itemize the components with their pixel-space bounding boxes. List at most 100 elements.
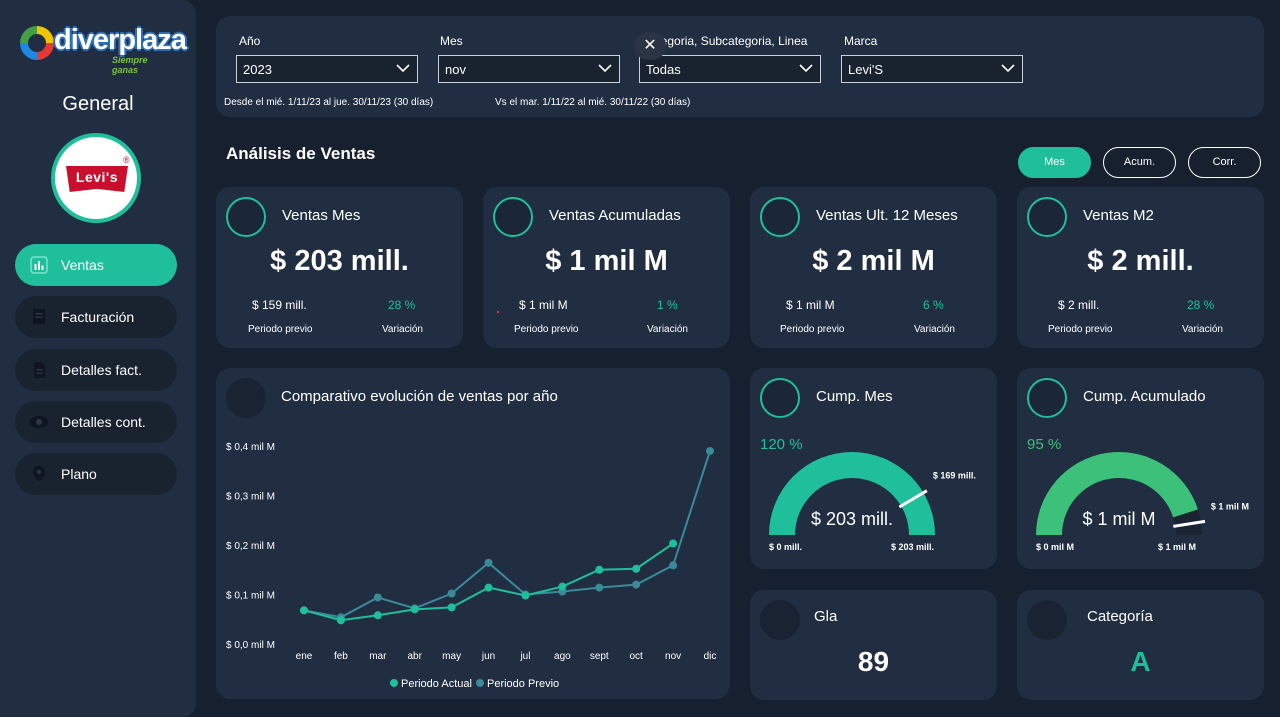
- y-tick-label: $ 0,4 mil M: [226, 442, 275, 453]
- gauge-value-label: $ 1 mil M: [1082, 509, 1155, 529]
- category-dropdown-value: Todas: [646, 62, 681, 77]
- y-tick-label: $ 0,1 mil M: [226, 591, 275, 602]
- kpi-title: Ventas M2: [1083, 207, 1154, 224]
- data-point: [521, 591, 530, 600]
- brand-registered-mark: ®: [123, 155, 130, 165]
- sidebar-item-detalles-fact[interactable]: Detalles fact.: [15, 349, 177, 391]
- x-tick-label: ene: [296, 651, 313, 662]
- kpi-card-ventas-mes: Ventas Mes $ 203 mill. $ 159 mill. 28 % …: [216, 187, 463, 348]
- sidebar-item-plano[interactable]: Plano: [15, 453, 177, 495]
- kpi-previous-value: $ 2 mill.: [1058, 298, 1100, 312]
- x-tick-label: dic: [704, 651, 717, 662]
- categoria-value: A: [1130, 646, 1151, 677]
- kpi-card-ventas-acumuladas: Ventas Acumuladas $ 1 mil M $ 1 mil M 1 …: [483, 187, 730, 348]
- legend-marker: [390, 679, 398, 687]
- kpi-ring-icon: [1027, 197, 1067, 237]
- x-tick-label: sept: [590, 651, 609, 662]
- clear-filter-button[interactable]: ✕: [634, 32, 666, 60]
- gauge-max-label: $ 1 mil M: [1158, 542, 1196, 552]
- year-dropdown-value: 2023: [243, 62, 272, 77]
- kpi-value: $ 1 mil M: [545, 245, 668, 277]
- filter-panel: Año 2023 Mes nov Categoria, Subcategoria…: [216, 16, 1264, 117]
- gla-card: Gla 89: [750, 590, 997, 700]
- receipt-icon: [29, 307, 49, 327]
- gauge-target-label: $ 169 mill.: [933, 471, 976, 481]
- brand-dropdown-value: Levi'S: [848, 62, 884, 77]
- brand-dropdown[interactable]: Levi'S: [841, 55, 1023, 83]
- y-tick-label: $ 0,2 mil M: [226, 541, 275, 552]
- gauge-chart: $ 203 mill. $ 0 mill. $ 203 mill. $ 169 mil…: [769, 451, 976, 552]
- sidebar-item-label: Plano: [61, 466, 97, 482]
- data-point: [447, 589, 456, 598]
- data-point: [595, 583, 604, 592]
- map-pin-icon: [29, 464, 49, 484]
- x-tick-label: ago: [554, 651, 571, 662]
- data-point: [484, 583, 493, 592]
- logo-tagline: Siempre ganas: [112, 55, 148, 75]
- sidebar-item-facturacion[interactable]: Facturación: [15, 296, 177, 338]
- categoria-ring-icon: [1027, 600, 1067, 640]
- kpi-variation: 1 %: [657, 298, 678, 312]
- kpi-previous-label: Periodo previo: [514, 324, 579, 335]
- kpi-card-ventas-12-meses: Ventas Ult. 12 Meses $ 2 mil M $ 1 mil M…: [750, 187, 997, 348]
- category-dropdown[interactable]: Todas: [639, 55, 821, 83]
- sidebar-item-ventas[interactable]: Ventas: [15, 244, 177, 286]
- legend-marker: [476, 679, 484, 687]
- x-tick-label: mar: [369, 651, 387, 662]
- chevron-down-icon: [396, 64, 410, 73]
- kpi-previous-value: $ 1 mil M: [519, 298, 568, 312]
- sidebar-item-label: Facturación: [61, 309, 135, 325]
- kpi-card-ventas-m2: Ventas M2 $ 2 mill. $ 2 mill. 28 % Perio…: [1017, 187, 1264, 348]
- sidebar: diverplaza Siempre ganas General Levi's …: [0, 0, 196, 717]
- brand-filter-label: Marca: [844, 34, 878, 48]
- kpi-ring-icon: [226, 197, 266, 237]
- year-filter-label: Año: [239, 34, 261, 48]
- red-marker-dot: [497, 311, 499, 313]
- legend-label: Periodo Actual: [401, 678, 472, 690]
- kpi-previous-value: $ 1 mil M: [786, 298, 835, 312]
- gauge-chart: $ 1 mil M $ 0 mil M $ 1 mil M $ 1 mil M: [1036, 451, 1249, 552]
- chevron-down-icon: [799, 64, 813, 73]
- gauge-card-cump-mes: Cump. Mes 120 % $ 203 mill. $ 0 mill. $ 20…: [750, 368, 997, 569]
- data-point: [669, 561, 678, 570]
- chevron-down-icon: [1001, 64, 1015, 73]
- diverplaza-logo: diverplaza Siempre ganas: [18, 22, 187, 75]
- kpi-variation: 28 %: [388, 298, 416, 312]
- kpi-variation-label: Variación: [647, 324, 688, 335]
- gauge-min-label: $ 0 mill.: [769, 542, 802, 552]
- document-icon: [29, 360, 49, 380]
- brand-logo-text: Levi's: [75, 169, 119, 185]
- toggle-mes-button[interactable]: Mes: [1018, 147, 1091, 178]
- kpi-variation: 28 %: [1187, 298, 1215, 312]
- x-tick-label: abr: [408, 651, 423, 662]
- sales-evolution-chart-card: Comparativo evolución de ventas por año …: [216, 368, 730, 699]
- category-filter-label: Categoria, Subcategoria, Linea: [642, 34, 808, 48]
- kpi-previous-label: Periodo previo: [1048, 324, 1113, 335]
- data-point: [632, 580, 641, 589]
- data-point: [373, 611, 382, 620]
- gauge-min-label: $ 0 mil M: [1036, 542, 1074, 552]
- x-tick-label: may: [442, 651, 461, 662]
- series-line: [303, 542, 674, 622]
- kpi-title: Ventas Mes: [282, 207, 361, 224]
- toggle-acum-button[interactable]: Acum.: [1103, 147, 1176, 178]
- legend-label: Periodo Previo: [487, 678, 559, 690]
- x-tick-label: feb: [334, 651, 348, 662]
- year-dropdown[interactable]: 2023: [236, 55, 418, 83]
- page-heading: General: [62, 93, 134, 115]
- gauge-max-label: $ 203 mill.: [891, 542, 934, 552]
- kpi-variation-label: Variación: [1182, 324, 1223, 335]
- logo-ring-icon: [20, 26, 54, 60]
- toggle-corr-button[interactable]: Corr.: [1188, 147, 1261, 178]
- month-dropdown-value: nov: [445, 62, 466, 77]
- data-point: [595, 565, 604, 574]
- month-dropdown[interactable]: nov: [438, 55, 620, 83]
- kpi-variation: 6 %: [923, 298, 944, 312]
- x-tick-label: oct: [630, 651, 644, 662]
- data-point: [336, 616, 345, 625]
- sidebar-item-detalles-cont[interactable]: Detalles cont.: [15, 401, 177, 443]
- y-tick-label: $ 0,3 mil M: [226, 492, 275, 503]
- current-period-range: Desde el mié. 1/11/23 al jue. 30/11/23 (…: [224, 97, 434, 108]
- sidebar-item-label: Detalles cont.: [61, 414, 146, 430]
- gla-ring-icon: [760, 600, 800, 640]
